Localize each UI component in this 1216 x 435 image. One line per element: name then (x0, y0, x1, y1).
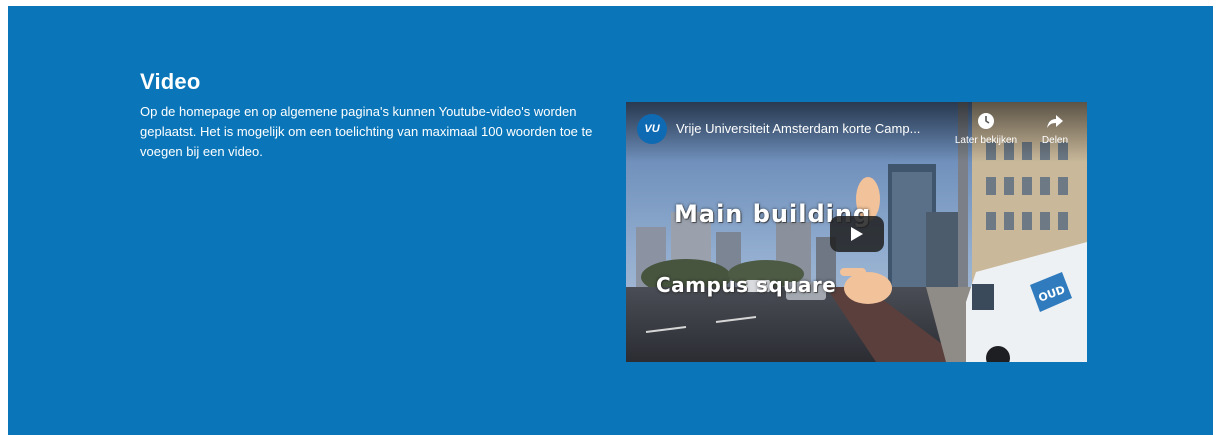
play-button[interactable] (830, 216, 884, 252)
section-title: Video (140, 69, 201, 94)
clock-icon (978, 113, 994, 129)
section-description: Op de homepage en op algemene pagina's k… (140, 104, 593, 159)
share-button[interactable]: Delen (1020, 112, 1087, 146)
play-icon (851, 227, 863, 241)
content-section: Video Op de homepage en op algemene pagi… (8, 6, 1213, 435)
share-label: Delen (1041, 135, 1069, 146)
watch-later-button[interactable]: Later bekijken (951, 112, 1021, 146)
video-title[interactable]: Vrije Universiteit Amsterdam korte Camp.… (676, 121, 951, 137)
text-block: Video Op de homepage en op algemene pagi… (140, 68, 610, 162)
channel-logo[interactable]: VU (637, 114, 667, 144)
watch-later-label: Later bekijken (954, 135, 1018, 146)
youtube-video-embed[interactable]: OUD VU Vrije Universiteit Amsterdam kort… (626, 102, 1087, 362)
overlay-label-campus-square: Campus square (656, 273, 837, 297)
share-icon (1047, 115, 1063, 128)
